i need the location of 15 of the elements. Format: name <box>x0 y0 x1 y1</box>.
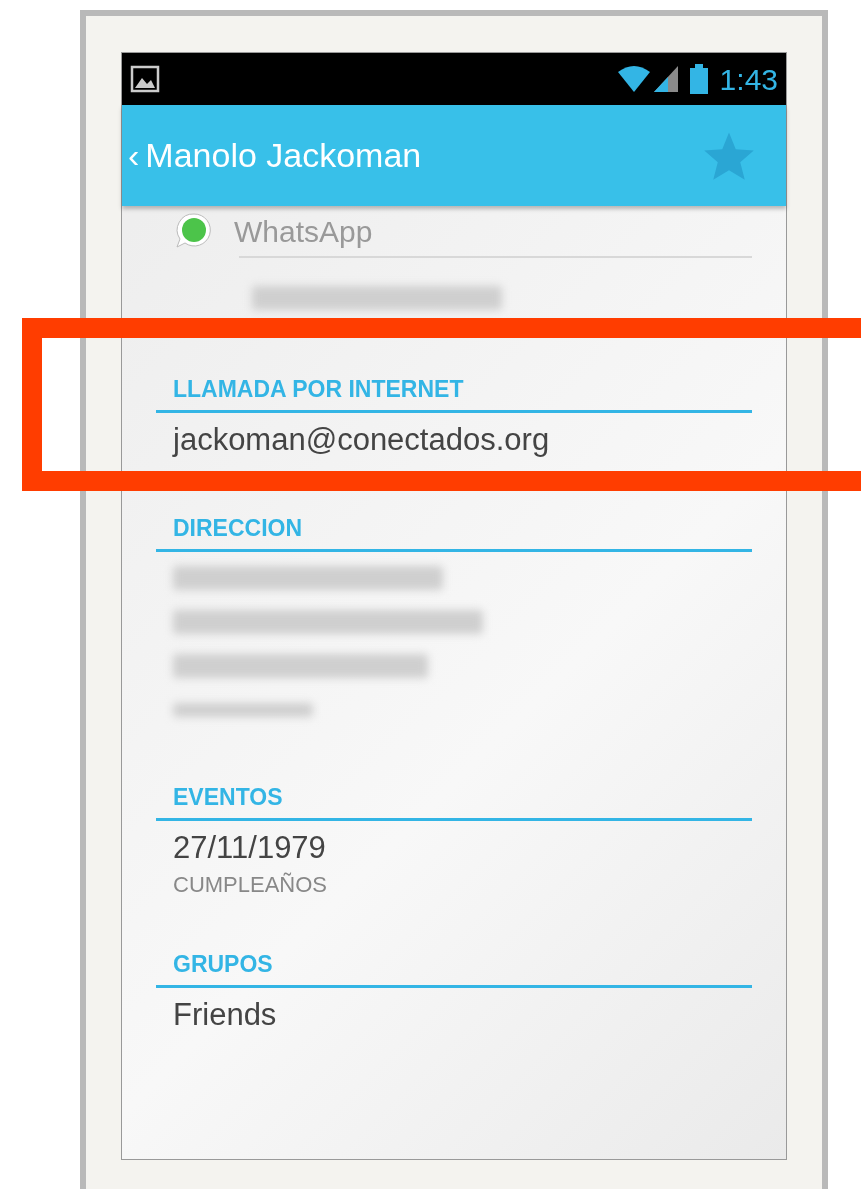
chat-icon <box>174 211 214 251</box>
section-header: LLAMADA POR INTERNET <box>172 375 465 404</box>
picture-icon <box>130 64 160 94</box>
section-header: DIRECCION <box>172 514 304 543</box>
back-button[interactable]: ‹ Manolo Jackoman <box>122 130 422 181</box>
signal-icon <box>651 64 680 94</box>
clock: 1:43 <box>719 61 778 98</box>
battery-icon <box>687 63 710 95</box>
field-value: 27/11/1979 <box>172 829 327 867</box>
field-caption: CUMPLEAÑOS <box>172 871 329 899</box>
app-name: WhatsApp <box>234 213 373 250</box>
field-value: Friends <box>172 996 278 1034</box>
section-header: EVENTOS <box>172 783 284 812</box>
section-header: GRUPOS <box>172 950 274 979</box>
field-value: jackoman@conectados.org <box>171 421 551 459</box>
